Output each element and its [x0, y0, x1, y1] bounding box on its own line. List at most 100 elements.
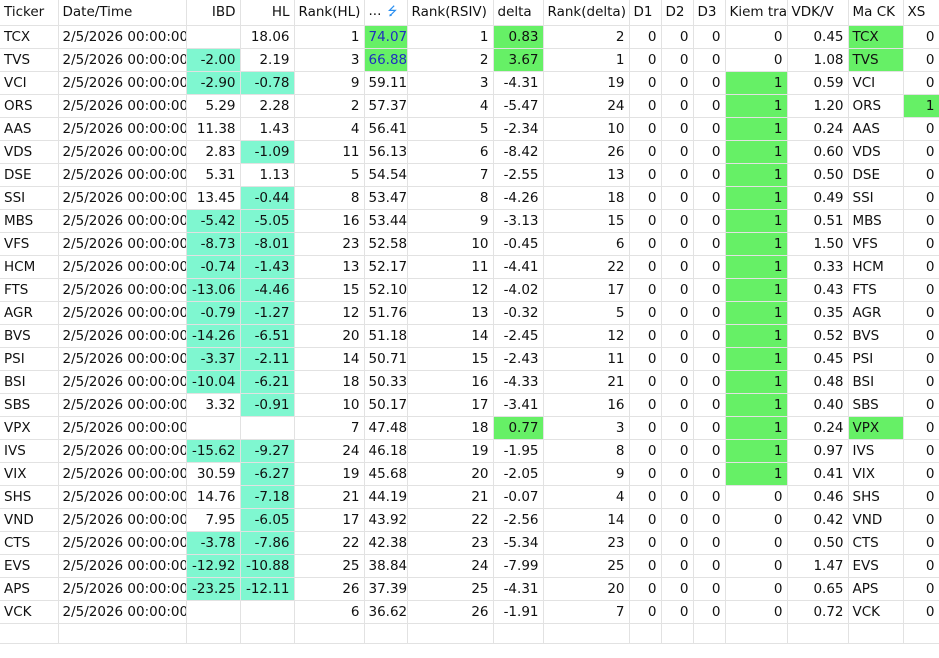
cell-kiem-tra[interactable]: 1	[725, 301, 788, 325]
cell-delta[interactable]: 3.67	[493, 48, 544, 72]
column-header-hl[interactable]: HL	[240, 0, 295, 26]
column-header-rank-rsiv[interactable]: Rank(RSIV)	[407, 0, 494, 26]
table-row[interactable]: PSI 2/5/2026 00:00:00 -3.37 -2.11 14 50.71 15-…	[0, 347, 939, 371]
cell-rsiv[interactable]: 37.39	[364, 577, 408, 601]
table-row[interactable]: SSI 2/5/2026 00:00:00 13.45 -0.44 8 53.47 8 -4.…	[0, 186, 939, 210]
cell-ticker[interactable]: FTS	[0, 278, 59, 302]
cell-xs[interactable]: 0	[903, 301, 939, 325]
cell-d2[interactable]: 0	[661, 531, 694, 555]
cell-hl[interactable]: -5.05	[240, 209, 295, 233]
cell-vdk-v[interactable]: 1.08	[787, 48, 849, 72]
cell-d1[interactable]: 0	[629, 324, 662, 348]
cell-ticker[interactable]: VCI	[0, 71, 59, 95]
column-header-delta[interactable]: delta	[493, 0, 544, 26]
cell-kiem-tra[interactable]: 1	[725, 393, 788, 417]
cell-ticker[interactable]: PSI	[0, 347, 59, 371]
cell-xs[interactable]: 0	[903, 278, 939, 302]
cell-rank-hl[interactable]: 8	[294, 186, 365, 210]
column-header-datetime[interactable]: Date/Time	[58, 0, 187, 26]
cell-delta[interactable]: -2.43	[493, 347, 544, 371]
cell-ibd[interactable]: -3.78	[186, 531, 241, 555]
cell-ibd[interactable]: 30.59	[186, 462, 241, 486]
cell-xs[interactable]: 0	[903, 508, 939, 532]
cell-d3[interactable]: 0	[693, 531, 726, 555]
cell-kiem-tra[interactable]: 1	[725, 117, 788, 141]
cell-kiem-tra[interactable]: 1	[725, 439, 788, 463]
cell-datetime[interactable]: 2/5/2026 00:00:00	[58, 347, 187, 371]
cell-hl[interactable]	[240, 600, 295, 624]
cell-vdk-v[interactable]: 0.24	[787, 416, 849, 440]
cell-ticker[interactable]: VPX	[0, 416, 59, 440]
cell-ibd[interactable]: 14.76	[186, 485, 241, 509]
cell-datetime[interactable]: 2/5/2026 00:00:00	[58, 255, 187, 279]
cell-ma-ck[interactable]: VND	[848, 508, 904, 532]
cell-rsiv[interactable]: 51.18	[364, 324, 408, 348]
cell-datetime[interactable]: 2/5/2026 00:00:00	[58, 25, 187, 49]
cell-d2[interactable]: 0	[661, 140, 694, 164]
cell-hl[interactable]	[240, 416, 295, 440]
column-header-ticker[interactable]: Ticker	[0, 0, 59, 26]
cell-rank-rsiv[interactable]: 10	[407, 232, 494, 256]
table-row[interactable]: VCI 2/5/2026 00:00:00 -2.90 -0.78 9 59.11 3 -4.…	[0, 71, 939, 95]
cell-datetime[interactable]: 2/5/2026 00:00:00	[58, 324, 187, 348]
cell-rank-hl[interactable]: 6	[294, 600, 365, 624]
cell-vdk-v[interactable]: 0.41	[787, 462, 849, 486]
table-row[interactable]: VDS 2/5/2026 00:00:00 2.83 -1.09 11 56.13 6 -8.…	[0, 140, 939, 164]
column-header-vdk-v[interactable]: VDK/V	[787, 0, 849, 26]
cell-d1[interactable]: 0	[629, 255, 662, 279]
cell-hl[interactable]: 2.19	[240, 48, 295, 72]
cell-ticker[interactable]: CTS	[0, 531, 59, 555]
cell-rank-delta[interactable]: 8	[543, 439, 630, 463]
cell-kiem-tra[interactable]: 0	[725, 600, 788, 624]
cell-ma-ck[interactable]: BVS	[848, 324, 904, 348]
cell-xs[interactable]: 0	[903, 531, 939, 555]
cell-ma-ck[interactable]: SSI	[848, 186, 904, 210]
cell-ibd[interactable]: -3.37	[186, 347, 241, 371]
cell-rank-delta[interactable]: 22	[543, 255, 630, 279]
cell-d2[interactable]: 0	[661, 186, 694, 210]
table-row[interactable]: EVS 2/5/2026 00:00:00 -12.92 -10.88 25 38.84 2…	[0, 554, 939, 578]
cell-delta[interactable]: -4.41	[493, 255, 544, 279]
cell-xs[interactable]: 0	[903, 255, 939, 279]
cell-vdk-v[interactable]: 1.20	[787, 94, 849, 118]
cell-d2[interactable]: 0	[661, 48, 694, 72]
cell-xs[interactable]: 0	[903, 439, 939, 463]
cell-ibd[interactable]	[186, 416, 241, 440]
column-header-ibd[interactable]: IBD	[186, 0, 241, 26]
cell-d1[interactable]: 0	[629, 416, 662, 440]
cell-rank-delta[interactable]: 14	[543, 508, 630, 532]
cell-delta[interactable]: -4.02	[493, 278, 544, 302]
cell-d1[interactable]: 0	[629, 117, 662, 141]
cell-ticker[interactable]: SBS	[0, 393, 59, 417]
cell-hl[interactable]: -10.88	[240, 554, 295, 578]
cell-vdk-v[interactable]: 0.72	[787, 600, 849, 624]
cell-datetime[interactable]: 2/5/2026 00:00:00	[58, 232, 187, 256]
cell-d2[interactable]: 0	[661, 209, 694, 233]
cell-xs[interactable]: 0	[903, 163, 939, 187]
cell-rank-hl[interactable]: 13	[294, 255, 365, 279]
cell-rank-delta[interactable]: 20	[543, 577, 630, 601]
cell-ticker[interactable]: SHS	[0, 485, 59, 509]
cell-xs[interactable]: 0	[903, 25, 939, 49]
cell-kiem-tra[interactable]: 1	[725, 416, 788, 440]
table-row[interactable]: VCK 2/5/2026 00:00:00 6 36.62 26 -1.91 7 0 0 0 0 0.…	[0, 600, 939, 624]
cell-d1[interactable]: 0	[629, 186, 662, 210]
cell-d2[interactable]: 0	[661, 278, 694, 302]
cell-kiem-tra[interactable]: 1	[725, 232, 788, 256]
cell-ma-ck[interactable]: APS	[848, 577, 904, 601]
cell-delta[interactable]: -0.32	[493, 301, 544, 325]
cell-ibd[interactable]: -0.74	[186, 255, 241, 279]
cell-kiem-tra[interactable]: 1	[725, 94, 788, 118]
cell-ma-ck[interactable]: DSE	[848, 163, 904, 187]
table-row[interactable]: ORS 2/5/2026 00:00:00 5.29 2.28 2 57.37 4 -5.47…	[0, 94, 939, 118]
cell-ibd[interactable]: -8.73	[186, 232, 241, 256]
cell-xs[interactable]: 0	[903, 347, 939, 371]
cell-xs[interactable]: 0	[903, 117, 939, 141]
cell-rank-delta[interactable]: 1	[543, 48, 630, 72]
cell-ticker[interactable]: VFS	[0, 232, 59, 256]
cell-datetime[interactable]: 2/5/2026 00:00:00	[58, 301, 187, 325]
table-row[interactable]: VFS 2/5/2026 00:00:00 -8.73 -8.01 23 52.58 10-…	[0, 232, 939, 256]
cell-rank-hl[interactable]: 23	[294, 232, 365, 256]
cell-kiem-tra[interactable]: 1	[725, 140, 788, 164]
cell-rank-rsiv[interactable]: 7	[407, 163, 494, 187]
